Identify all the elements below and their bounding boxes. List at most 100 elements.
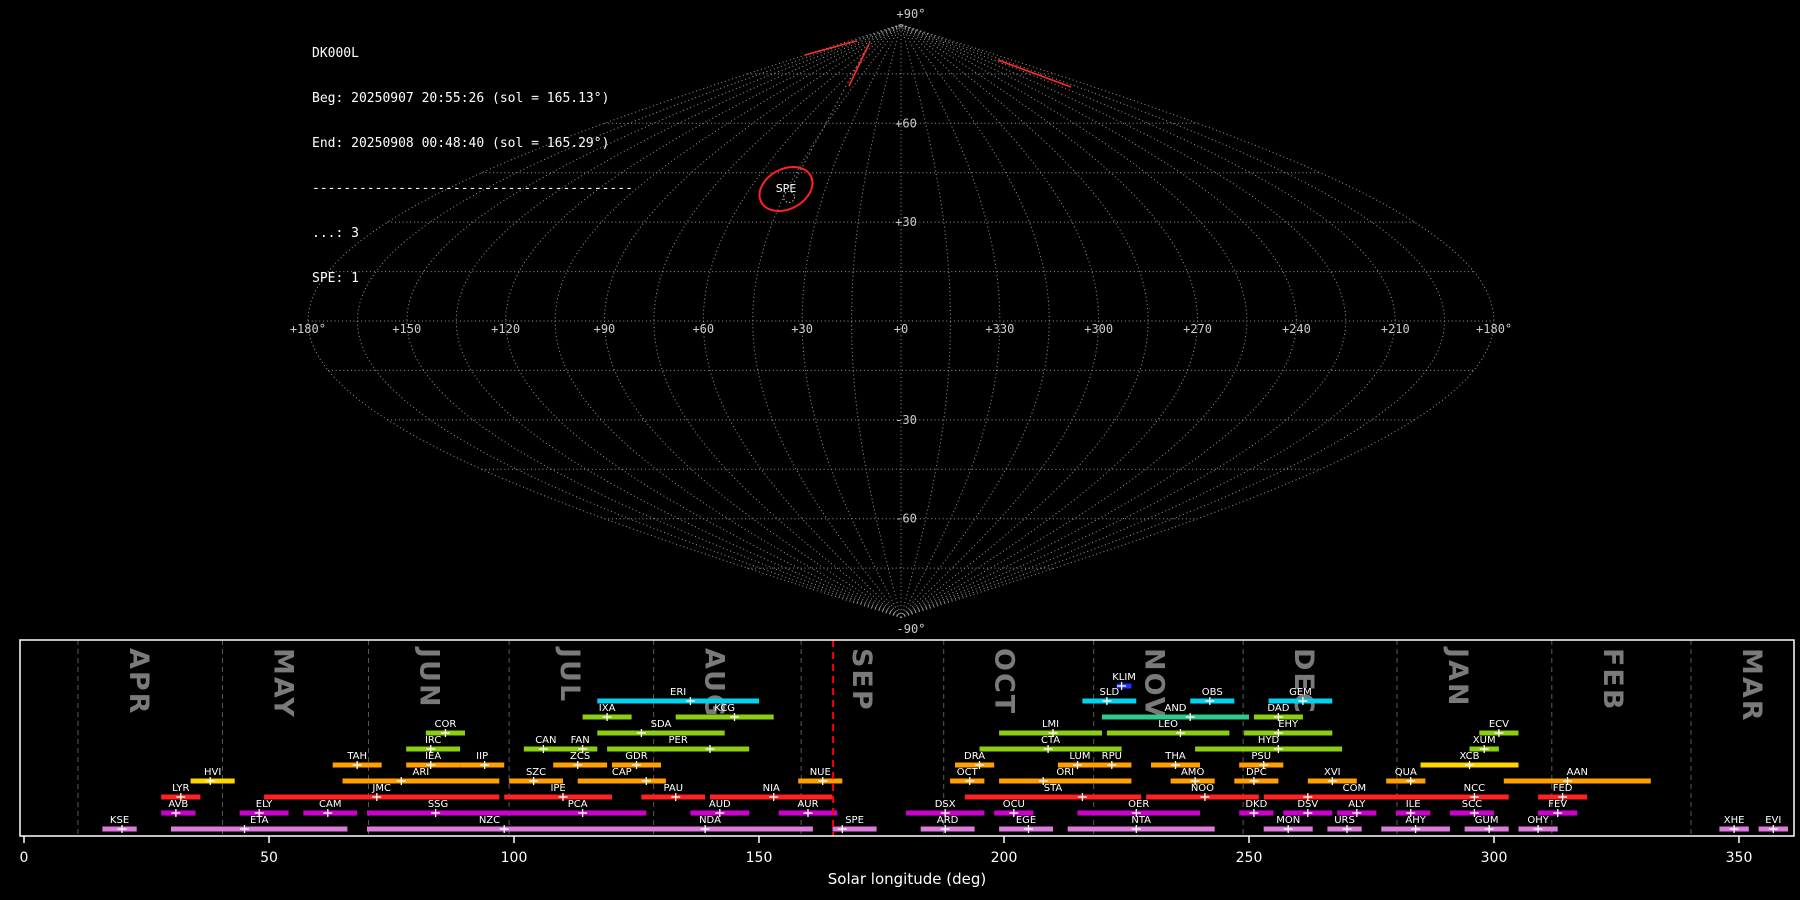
shower-label-ege: EGE — [1016, 815, 1036, 826]
shower-label-eri: ERI — [670, 687, 686, 698]
graticule-meridian — [653, 24, 902, 618]
longitude-label: +300 — [1084, 322, 1113, 336]
month-label-may: MAY — [267, 648, 298, 719]
shower-label-szc: SZC — [526, 767, 546, 778]
shower-label-fed: FED — [1553, 783, 1573, 794]
activity-timeline: APR MAY JUN JUL AUG SEP OCT NOV DEC JAN FEB MARKLIM… — [19, 639, 1795, 888]
shower-label-aan: AAN — [1567, 767, 1588, 778]
meteor-observation-screen: +90° -90° +60 +30 -30 -60 +180° +150 +120 +90 +60 +… — [0, 0, 1800, 900]
shower-bar-ipe — [504, 794, 612, 800]
x-tick-label-50: 50 — [260, 850, 278, 866]
shower-label-ncc: NCC — [1464, 783, 1485, 794]
station-id: DK000L — [312, 46, 359, 61]
longitude-label: +330 — [985, 322, 1014, 336]
shower-label-xhe: XHE — [1724, 815, 1745, 826]
latitude-label: -30 — [895, 413, 917, 427]
shower-label-cam: CAM — [319, 799, 341, 810]
shower-label-ohy: OHY — [1527, 815, 1549, 826]
shower-label-mon: MON — [1276, 815, 1300, 826]
longitude-label: +240 — [1282, 322, 1311, 336]
shower-label-ipe: IPE — [550, 783, 565, 794]
shower-label-nzc: NZC — [479, 815, 500, 826]
month-label-dec: DEC — [1288, 648, 1319, 715]
month-label-apr: APR — [123, 648, 154, 715]
month-label-feb: FEB — [1597, 648, 1628, 711]
shower-label-sda: SDA — [651, 719, 672, 730]
shower-label-per: PER — [669, 735, 688, 746]
shower-label-noo: NOO — [1191, 783, 1214, 794]
x-tick-label-0: 0 — [20, 850, 29, 866]
shower-label-nta: NTA — [1131, 815, 1151, 826]
longitude-label: +210 — [1381, 322, 1410, 336]
sporadic-count: ...: 3 — [312, 226, 359, 241]
x-tick-label-300: 300 — [1481, 850, 1508, 866]
shower-label-ari: ARI — [413, 767, 430, 778]
shower-label-dsv: DSV — [1297, 799, 1318, 810]
longitude-label: +180° — [1476, 322, 1512, 336]
meteor-trail — [997, 59, 1072, 88]
shower-label-fev: FEV — [1548, 799, 1567, 810]
end-time: End: 20250908 00:48:40 (sol = 165.29°) — [312, 136, 610, 151]
shower-label-com: COM — [1343, 783, 1366, 794]
shower-label-amo: AMO — [1181, 767, 1204, 778]
shower-bar-ari — [342, 778, 500, 784]
longitude-label: +60 — [692, 322, 714, 336]
month-label-oct: OCT — [989, 648, 1020, 715]
month-label-mar: MAR — [1736, 648, 1767, 723]
shower-label-avb: AVB — [168, 799, 188, 810]
shower-label-tah: TAH — [346, 751, 367, 762]
shower-label-ahy: AHY — [1405, 815, 1426, 826]
shower-label-xum: XUM — [1473, 735, 1496, 746]
shower-label-aud: AUD — [709, 799, 731, 810]
shower-label-dra: DRA — [964, 751, 985, 762]
shower-label-scc: SCC — [1462, 799, 1482, 810]
shower-bar-kcg — [675, 714, 774, 720]
shower-label-cta: CTA — [1041, 735, 1060, 746]
shower-label-ehy: EHY — [1278, 719, 1299, 730]
north-pole-label: +90° — [897, 7, 926, 21]
shower-label-sld: SLD — [1100, 687, 1120, 698]
shower-label-pau: PAU — [663, 783, 683, 794]
shower-bar-nzc — [367, 826, 612, 832]
radiant-label: SPE — [776, 182, 797, 195]
shower-label-fan: FAN — [571, 735, 590, 746]
shower-label-dpc: DPC — [1246, 767, 1267, 778]
shower-label-oct: OCT — [957, 767, 979, 778]
shower-count: SPE: 1 — [312, 271, 359, 286]
shower-label-kse: KSE — [110, 815, 129, 826]
shower-label-ard: ARD — [937, 815, 959, 826]
graticule-meridian — [900, 24, 1248, 618]
shower-label-lyr: LYR — [172, 783, 189, 794]
shower-label-iip: IIP — [476, 751, 488, 762]
longitude-label: +30 — [791, 322, 813, 336]
shower-label-lmi: LMI — [1042, 719, 1059, 730]
shower-label-ile: ILE — [1406, 799, 1421, 810]
graticule-meridian — [900, 23, 1347, 619]
shower-label-nue: NUE — [810, 767, 831, 778]
shower-label-can: CAN — [535, 735, 556, 746]
shower-bar-jmc — [264, 794, 500, 800]
shower-bar-eta — [171, 826, 348, 832]
shower-label-gem: GEM — [1289, 687, 1312, 698]
shower-label-dsx: DSX — [935, 799, 956, 810]
shower-label-dad: DAD — [1267, 703, 1289, 714]
longitude-label: +120 — [491, 322, 520, 336]
x-tick-label-150: 150 — [746, 850, 773, 866]
shower-label-gum: GUM — [1475, 815, 1499, 826]
shower-label-eta: ETA — [250, 815, 269, 826]
month-label-sep: SEP — [846, 648, 877, 712]
shower-label-ecv: ECV — [1489, 719, 1509, 730]
shower-label-cor: COR — [434, 719, 456, 730]
shower-label-nia: NIA — [763, 783, 780, 794]
month-label-jun: JUN — [413, 646, 444, 709]
shower-label-cap: CAP — [612, 767, 632, 778]
longitude-label: +180° — [290, 322, 326, 336]
shower-label-zcs: ZCS — [570, 751, 590, 762]
shower-label-nda: NDA — [699, 815, 721, 826]
shower-label-evi: EVI — [1765, 815, 1781, 826]
latitude-label: +30 — [895, 215, 917, 229]
shower-bar-aan — [1503, 778, 1651, 784]
shower-label-qua: QUA — [1395, 767, 1417, 778]
south-pole-label: -90° — [897, 622, 926, 636]
observation-info-panel: DK000L Beg: 20250907 20:55:26 (sol = 165… — [312, 16, 633, 316]
